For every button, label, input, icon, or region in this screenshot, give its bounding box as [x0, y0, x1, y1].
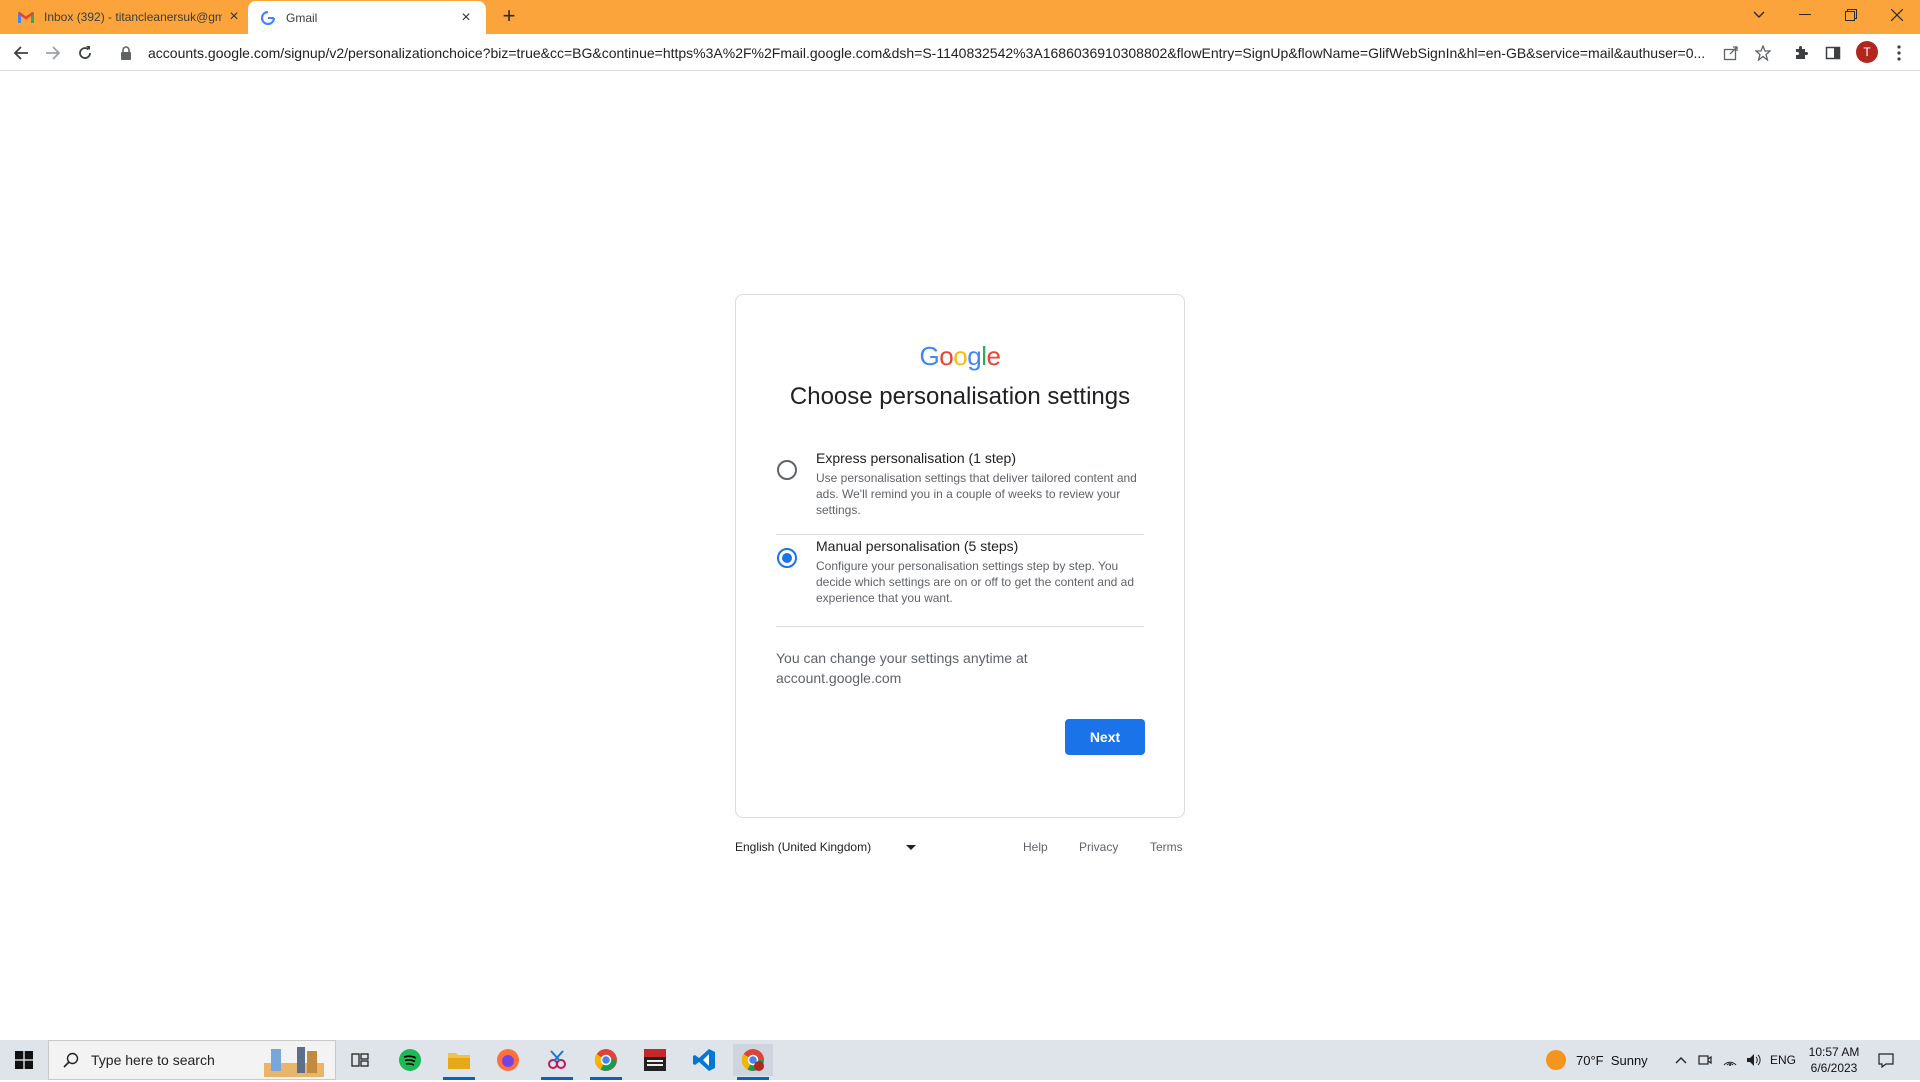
weather-text: 70°F Sunny [1576, 1052, 1648, 1068]
minimize-icon[interactable] [1782, 0, 1828, 30]
forward-icon[interactable] [40, 40, 66, 66]
task-view-icon[interactable] [340, 1044, 380, 1076]
clock-date: 6/6/2023 [1810, 1061, 1858, 1075]
language-label: English (United Kingdom) [735, 840, 872, 854]
privacy-link[interactable]: Privacy [1079, 840, 1118, 854]
notification-center-icon[interactable] [1878, 1040, 1894, 1080]
chrome-profile-icon[interactable] [733, 1044, 773, 1080]
page-title: Choose personalisation settings [789, 383, 1131, 410]
url-text: accounts.google.com/signup/v2/personaliz… [148, 44, 1706, 61]
tab-title: Gmail [286, 10, 318, 25]
voice-app-icon[interactable] [635, 1044, 675, 1076]
tab-strip: Inbox (392) - titancleanersuk@gmail.com … [0, 0, 1920, 34]
spotify-icon[interactable] [390, 1044, 430, 1076]
dropdown-caret-icon [906, 844, 916, 850]
lock-icon[interactable] [120, 45, 134, 60]
network-icon[interactable] [1722, 1040, 1738, 1080]
search-placeholder: Type here to search [91, 1052, 215, 1068]
sun-icon [1546, 1050, 1566, 1070]
tab-close-icon[interactable]: × [226, 9, 242, 25]
google-logo: Google [919, 341, 1001, 371]
option-description: Use personalisation settings that delive… [816, 471, 1137, 517]
address-bar[interactable]: accounts.google.com/signup/v2/personaliz… [110, 38, 1750, 67]
option-title: Manual personalisation (5 steps) [816, 538, 1019, 554]
tab-search-icon[interactable] [1736, 0, 1782, 30]
menu-kebab-icon[interactable] [1888, 42, 1910, 64]
search-icon [63, 1052, 79, 1068]
weather-widget[interactable]: 70°F Sunny [1546, 1040, 1648, 1080]
terms-link[interactable]: Terms [1150, 840, 1183, 854]
browser-toolbar: accounts.google.com/signup/v2/personaliz… [0, 34, 1920, 71]
gmail-icon [18, 9, 34, 25]
side-panel-icon[interactable] [1822, 42, 1844, 64]
option-title: Express personalisation (1 step) [816, 450, 1016, 466]
profile-avatar[interactable]: T [1856, 41, 1878, 63]
extensions-icon[interactable] [1790, 42, 1812, 64]
google-g-icon [260, 10, 276, 26]
system-clock[interactable]: 10:57 AM 6/6/2023 [1800, 1044, 1868, 1076]
settings-note: You can change your settings anytime at … [776, 650, 1028, 686]
reload-icon[interactable] [72, 40, 98, 66]
input-language[interactable]: ENG [1770, 1040, 1796, 1080]
tab-gmail[interactable]: Gmail × [248, 1, 486, 34]
option-express-personalisation[interactable]: Express personalisation (1 step) Use per… [776, 450, 1144, 535]
radio-express[interactable] [777, 460, 797, 480]
language-selector[interactable]: English (United Kingdom) [735, 840, 920, 854]
firefox-icon[interactable] [488, 1044, 528, 1076]
personalisation-card: Google Choose personalisation settings E… [735, 294, 1185, 818]
radio-manual[interactable] [777, 548, 797, 568]
new-tab-icon[interactable]: + [498, 5, 520, 28]
next-button[interactable]: Next [1065, 719, 1145, 755]
option-description: Configure your personalisation settings … [816, 559, 1134, 605]
meet-now-icon[interactable] [1698, 1040, 1712, 1080]
share-icon[interactable] [1720, 42, 1742, 64]
snipping-tool-icon[interactable] [537, 1044, 577, 1080]
chrome-icon[interactable] [586, 1044, 626, 1080]
windows-start-icon[interactable] [0, 1040, 48, 1080]
bookmark-star-icon[interactable] [1752, 42, 1774, 64]
search-highlight-icon [259, 1045, 329, 1077]
windows-taskbar: Type here to search 70°F Sunny ENG 10:57… [0, 1040, 1920, 1080]
clock-time: 10:57 AM [1808, 1045, 1860, 1059]
close-window-icon[interactable] [1874, 0, 1920, 30]
vscode-icon[interactable] [684, 1044, 724, 1076]
show-hidden-icons-icon[interactable] [1675, 1040, 1687, 1080]
file-explorer-icon[interactable] [439, 1044, 479, 1080]
taskbar-search-box[interactable]: Type here to search [48, 1040, 336, 1080]
back-icon[interactable] [8, 40, 34, 66]
radio-selected-dot [782, 553, 792, 563]
option-manual-personalisation[interactable]: Manual personalisation (5 steps) Configu… [776, 538, 1144, 627]
restore-icon[interactable] [1828, 0, 1874, 30]
help-link[interactable]: Help [1023, 840, 1048, 854]
tab-inbox[interactable]: Inbox (392) - titancleanersuk@gmail.com … [18, 0, 242, 34]
tab-close-icon[interactable]: × [458, 9, 474, 26]
volume-icon[interactable] [1746, 1040, 1762, 1080]
tab-title: Inbox (392) - titancleanersuk@gmail.com [44, 10, 222, 24]
